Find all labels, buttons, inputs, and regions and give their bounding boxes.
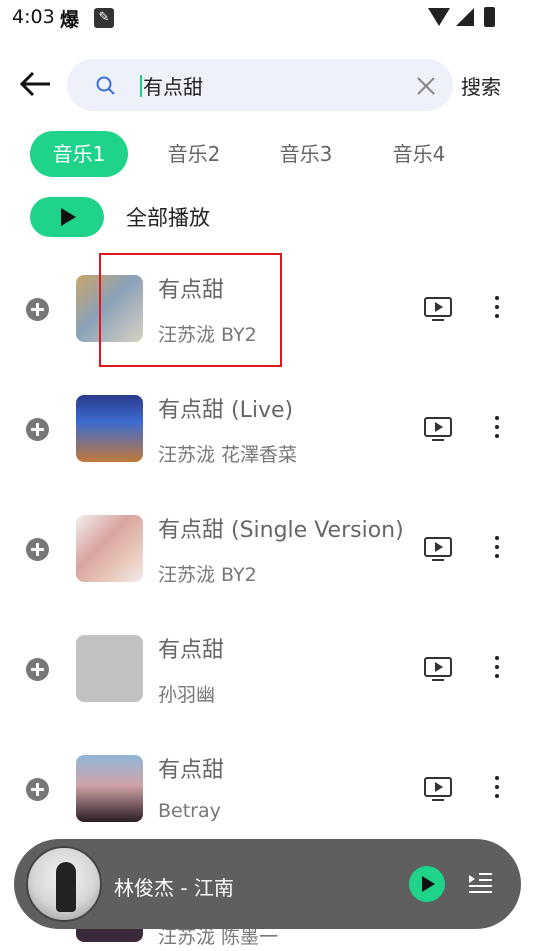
- battery-icon: [484, 7, 495, 27]
- album-cover[interactable]: [76, 395, 143, 462]
- wifi-icon: [428, 8, 450, 26]
- music-tabs: 音乐1 音乐2 音乐3 音乐4: [30, 131, 510, 177]
- album-cover[interactable]: [76, 515, 143, 582]
- search-button[interactable]: 搜索: [461, 71, 501, 100]
- list-item[interactable]: 有点甜 (Single Version) 汪苏泷 BY2: [0, 488, 535, 608]
- search-box[interactable]: 有点甜: [67, 59, 453, 111]
- add-icon[interactable]: [26, 538, 49, 561]
- tab-music-3[interactable]: 音乐3: [266, 131, 346, 177]
- list-item[interactable]: 有点甜 (Live) 汪苏泷 花澤香菜: [0, 368, 535, 488]
- notification-app-icon: ✎: [94, 8, 114, 28]
- song-artist[interactable]: 孙羽幽: [158, 680, 215, 707]
- now-playing-cover[interactable]: [26, 846, 102, 922]
- list-item[interactable]: 有点甜 Betray: [0, 728, 535, 848]
- song-artist[interactable]: Betray: [158, 800, 221, 822]
- tab-music-1[interactable]: 音乐1: [30, 131, 128, 177]
- status-bar: 4:03 爆 ✎: [0, 0, 535, 38]
- add-icon[interactable]: [26, 418, 49, 441]
- now-playing-title[interactable]: 林俊杰 - 江南: [114, 872, 234, 901]
- song-artist[interactable]: 汪苏泷 花澤香菜: [158, 440, 297, 467]
- play-all-button[interactable]: [30, 197, 104, 237]
- play-icon: [422, 876, 435, 892]
- signal-icon: [456, 8, 474, 26]
- text-cursor: [140, 75, 142, 97]
- close-icon[interactable]: [415, 75, 437, 97]
- more-icon[interactable]: [490, 296, 504, 322]
- search-icon: [96, 76, 115, 95]
- status-icons: [428, 7, 495, 27]
- play-button[interactable]: [409, 866, 445, 902]
- song-title[interactable]: 有点甜 (Live): [158, 392, 293, 424]
- more-icon[interactable]: [490, 656, 504, 682]
- play-icon: [61, 208, 76, 226]
- album-cover[interactable]: [76, 755, 143, 822]
- album-cover-placeholder[interactable]: [76, 635, 143, 702]
- tab-music-2[interactable]: 音乐2: [154, 131, 234, 177]
- song-title[interactable]: 有点甜 (Single Version): [158, 512, 404, 544]
- search-input[interactable]: 有点甜: [143, 71, 203, 100]
- mv-icon[interactable]: [423, 776, 453, 802]
- play-all[interactable]: 全部播放: [30, 197, 280, 237]
- back-button[interactable]: [18, 68, 54, 100]
- selection-highlight: [99, 253, 282, 367]
- add-icon[interactable]: [26, 778, 49, 801]
- mini-player[interactable]: 林俊杰 - 江南: [14, 839, 521, 929]
- list-item[interactable]: 有点甜 孙羽幽: [0, 608, 535, 728]
- arrow-left-icon: [19, 71, 50, 97]
- more-icon[interactable]: [490, 776, 504, 802]
- tab-music-4[interactable]: 音乐4: [379, 131, 459, 177]
- add-icon[interactable]: [26, 658, 49, 681]
- song-title[interactable]: 有点甜: [158, 752, 224, 784]
- mv-icon[interactable]: [423, 296, 453, 322]
- more-icon[interactable]: [490, 416, 504, 442]
- status-time: 4:03: [12, 6, 55, 28]
- playlist-icon[interactable]: [467, 871, 493, 895]
- add-icon[interactable]: [26, 298, 49, 321]
- mv-icon[interactable]: [423, 656, 453, 682]
- search-header: 有点甜 搜索: [0, 56, 535, 112]
- song-title[interactable]: 有点甜: [158, 632, 224, 664]
- cover-figure: [56, 862, 76, 912]
- play-all-label[interactable]: 全部播放: [126, 202, 210, 232]
- mv-icon[interactable]: [423, 536, 453, 562]
- song-artist[interactable]: 汪苏泷 BY2: [158, 560, 257, 587]
- status-notification-text: 爆: [60, 9, 80, 31]
- more-icon[interactable]: [490, 536, 504, 562]
- mv-icon[interactable]: [423, 416, 453, 442]
